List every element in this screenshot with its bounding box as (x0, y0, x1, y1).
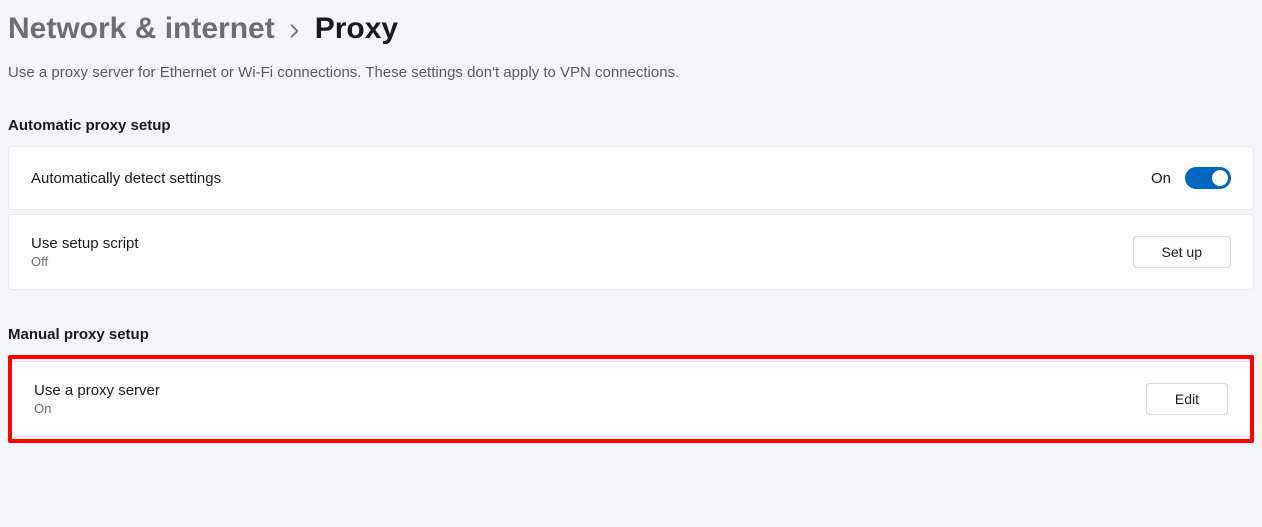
use-setup-script-row: Use setup script Off Set up (8, 214, 1254, 290)
page-description: Use a proxy server for Ethernet or Wi-Fi… (8, 64, 1254, 81)
automatically-detect-settings-row: Automatically detect settings On (8, 146, 1254, 210)
auto-detect-state-label: On (1151, 170, 1171, 187)
breadcrumb-parent-link[interactable]: Network & internet (8, 12, 275, 46)
setup-script-title: Use setup script (31, 235, 139, 252)
auto-detect-toggle[interactable] (1185, 167, 1231, 189)
breadcrumb-current: Proxy (315, 12, 398, 46)
use-proxy-server-row: Use a proxy server On Edit (12, 361, 1250, 437)
automatic-section-header: Automatic proxy setup (8, 117, 1254, 134)
manual-section-header: Manual proxy setup (8, 326, 1254, 343)
use-proxy-state-label: On (34, 401, 160, 416)
chevron-right-icon (289, 20, 301, 38)
setup-script-button[interactable]: Set up (1133, 236, 1231, 268)
breadcrumb: Network & internet Proxy (8, 12, 1254, 46)
setup-script-state-label: Off (31, 254, 139, 269)
highlight-annotation: Use a proxy server On Edit (8, 355, 1254, 443)
use-proxy-title: Use a proxy server (34, 382, 160, 399)
edit-proxy-button[interactable]: Edit (1146, 383, 1228, 415)
auto-detect-title: Automatically detect settings (31, 170, 221, 187)
toggle-knob-icon (1212, 170, 1228, 186)
